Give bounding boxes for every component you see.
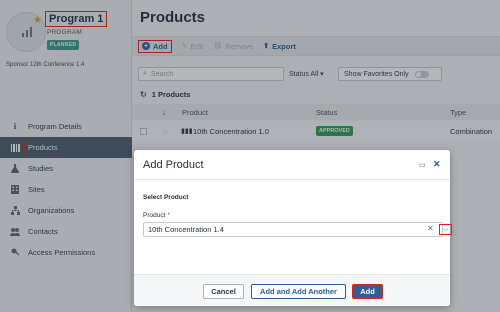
section-label: Select Product: [143, 194, 189, 201]
product-select[interactable]: 10th Concentration 1.4 ✕ ⌵: [143, 222, 452, 237]
add-confirm-button[interactable]: Add: [352, 284, 383, 299]
dialog-footer: Cancel Add and Add Another Add: [134, 274, 450, 306]
dialog-header: Add Product ▭ ✕: [134, 150, 450, 180]
add-product-dialog: Add Product ▭ ✕ Select Product Product * …: [134, 150, 452, 306]
clear-icon[interactable]: ✕: [427, 224, 434, 233]
close-icon[interactable]: ✕: [433, 159, 441, 170]
required-marker: *: [167, 212, 170, 219]
chevron-down-icon[interactable]: ⌵: [439, 224, 452, 235]
product-field-label: Product *: [143, 212, 170, 219]
add-and-add-another-button[interactable]: Add and Add Another: [251, 284, 346, 299]
maximize-icon[interactable]: ▭: [419, 161, 426, 169]
dialog-title: Add Product: [143, 159, 204, 171]
product-select-value: 10th Concentration 1.4: [148, 225, 224, 234]
cancel-button[interactable]: Cancel: [203, 284, 244, 299]
